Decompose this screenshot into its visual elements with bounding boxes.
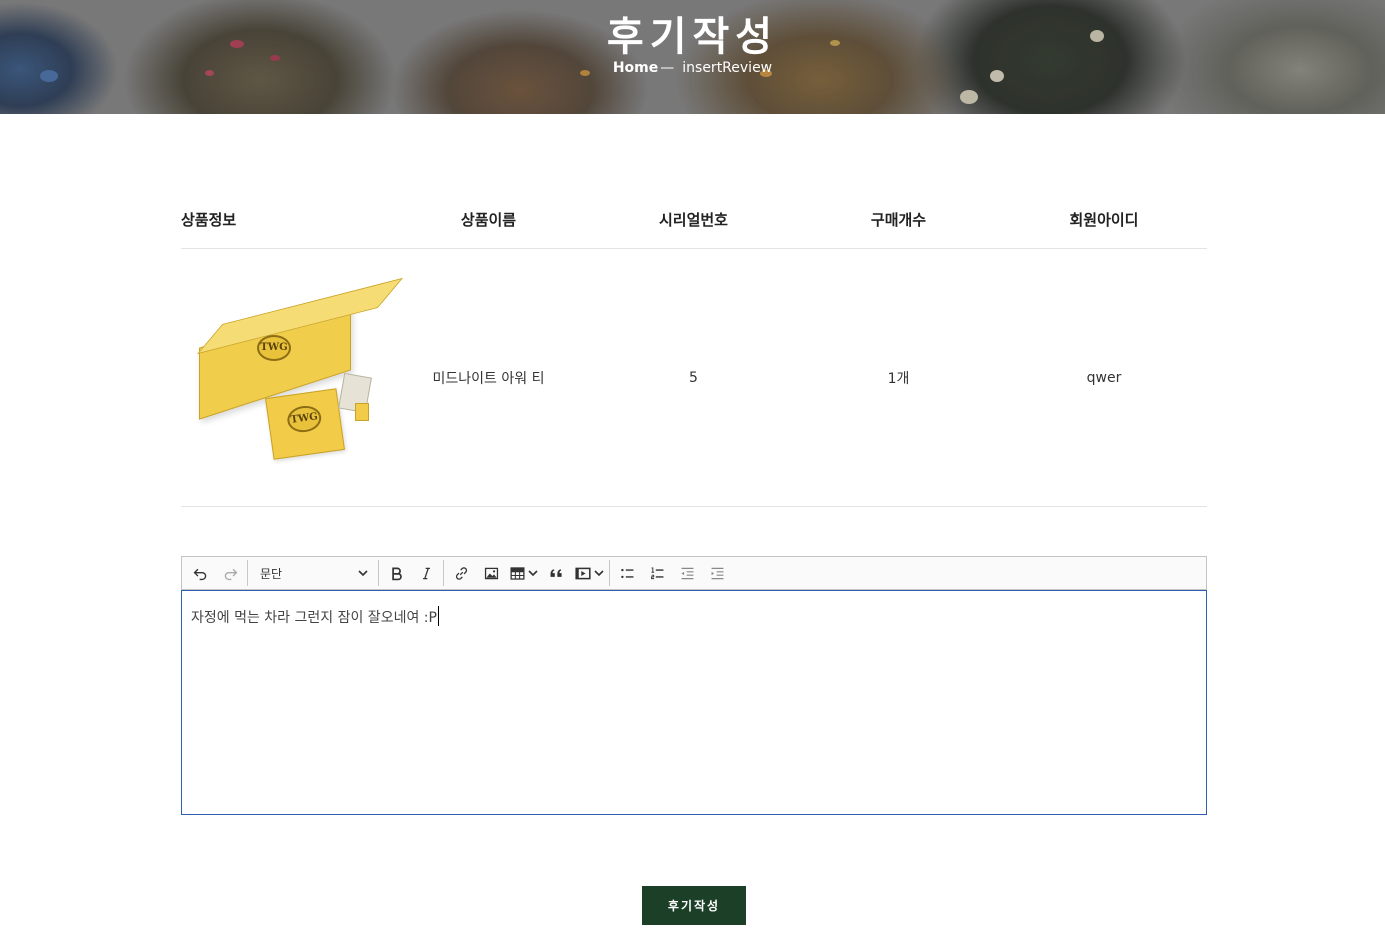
table-icon [510,566,525,580]
text-cursor [437,606,439,626]
table-row: TWG TWG 미드나이트 아워 티 5 1개 qwer [181,249,1207,507]
italic-button[interactable] [411,558,441,588]
outdent-button[interactable] [672,558,702,588]
toolbar-divider [247,560,248,586]
bulleted-list-button[interactable] [612,558,642,588]
breadcrumb: Home — insertReview [0,60,1385,76]
indent-button[interactable] [702,558,732,588]
product-name-cell: 미드나이트 아워 티 [432,370,545,387]
submit-review-button[interactable]: 후기작성 [642,886,746,925]
product-image: TWG TWG [189,277,403,463]
numbered-list-button[interactable] [642,558,672,588]
editor-toolbar: 문단 [181,556,1207,590]
indent-icon [711,567,723,579]
teabag-tag-image [355,402,369,421]
tea-sachet-image: TWG [265,387,345,460]
toolbar-divider [378,560,379,586]
toolbar-divider [609,560,610,586]
bulleted-list-icon [620,568,633,578]
redo-button[interactable] [215,558,245,588]
twg-logo-seal: TWG [257,334,291,361]
table-button[interactable] [506,558,541,588]
link-button[interactable] [446,558,476,588]
breadcrumb-current: insertReview [682,60,773,76]
toolbar-divider [443,560,444,586]
header-product-info: 상품정보 [181,210,237,229]
media-icon [575,567,591,579]
header-serial: 시리얼번호 [658,210,728,229]
breadcrumb-separator: — [660,60,675,76]
table-header-row: 상품정보 상품이름 시리얼번호 구매개수 회원아이디 [181,190,1207,249]
header-product-name: 상품이름 [460,210,517,229]
blockquote-button[interactable] [541,558,571,588]
twg-sachet-seal: TWG [285,403,323,434]
chevron-down-icon [528,570,538,577]
member-id-cell: qwer [1086,369,1122,386]
link-icon [455,566,467,580]
order-info-table: 상품정보 상품이름 시리얼번호 구매개수 회원아이디 TWG TWG 미드나이트… [181,190,1207,507]
review-text: 자정에 먹는 차라 그런지 잠이 잘오네여 :P [191,610,437,626]
bold-button[interactable] [381,558,411,588]
page-title: 후기작성 [606,14,779,60]
header-member-id: 회원아이디 [1069,210,1139,229]
hero-banner: 후기작성 Home — insertReview [0,0,1385,114]
undo-icon [193,568,206,580]
heading-select[interactable]: 문단 [250,558,376,588]
review-content-area[interactable]: 자정에 먹는 차라 그런지 잠이 잘오네여 :P [181,590,1207,815]
redo-icon [224,568,237,580]
serial-cell: 5 [689,369,698,386]
review-editor: 문단 자정에 먹는 차라 그런지 잠이 잘오네여:P [181,556,1207,815]
undo-button[interactable] [185,558,215,588]
quote-icon [550,568,562,577]
header-quantity: 구매개수 [870,210,927,229]
media-embed-button[interactable] [571,558,607,588]
product-image-cell: TWG TWG [181,277,403,463]
numbered-list-icon [650,567,663,579]
image-icon [484,567,498,579]
breadcrumb-home-link[interactable]: Home [613,60,658,76]
outdent-icon [681,567,693,579]
image-button[interactable] [476,558,506,588]
chevron-down-icon [358,570,368,577]
heading-select-value: 문단 [260,566,283,581]
bold-icon [391,567,402,580]
chevron-down-icon [594,570,604,577]
quantity-cell: 1개 [887,370,910,387]
italic-icon [422,567,430,579]
